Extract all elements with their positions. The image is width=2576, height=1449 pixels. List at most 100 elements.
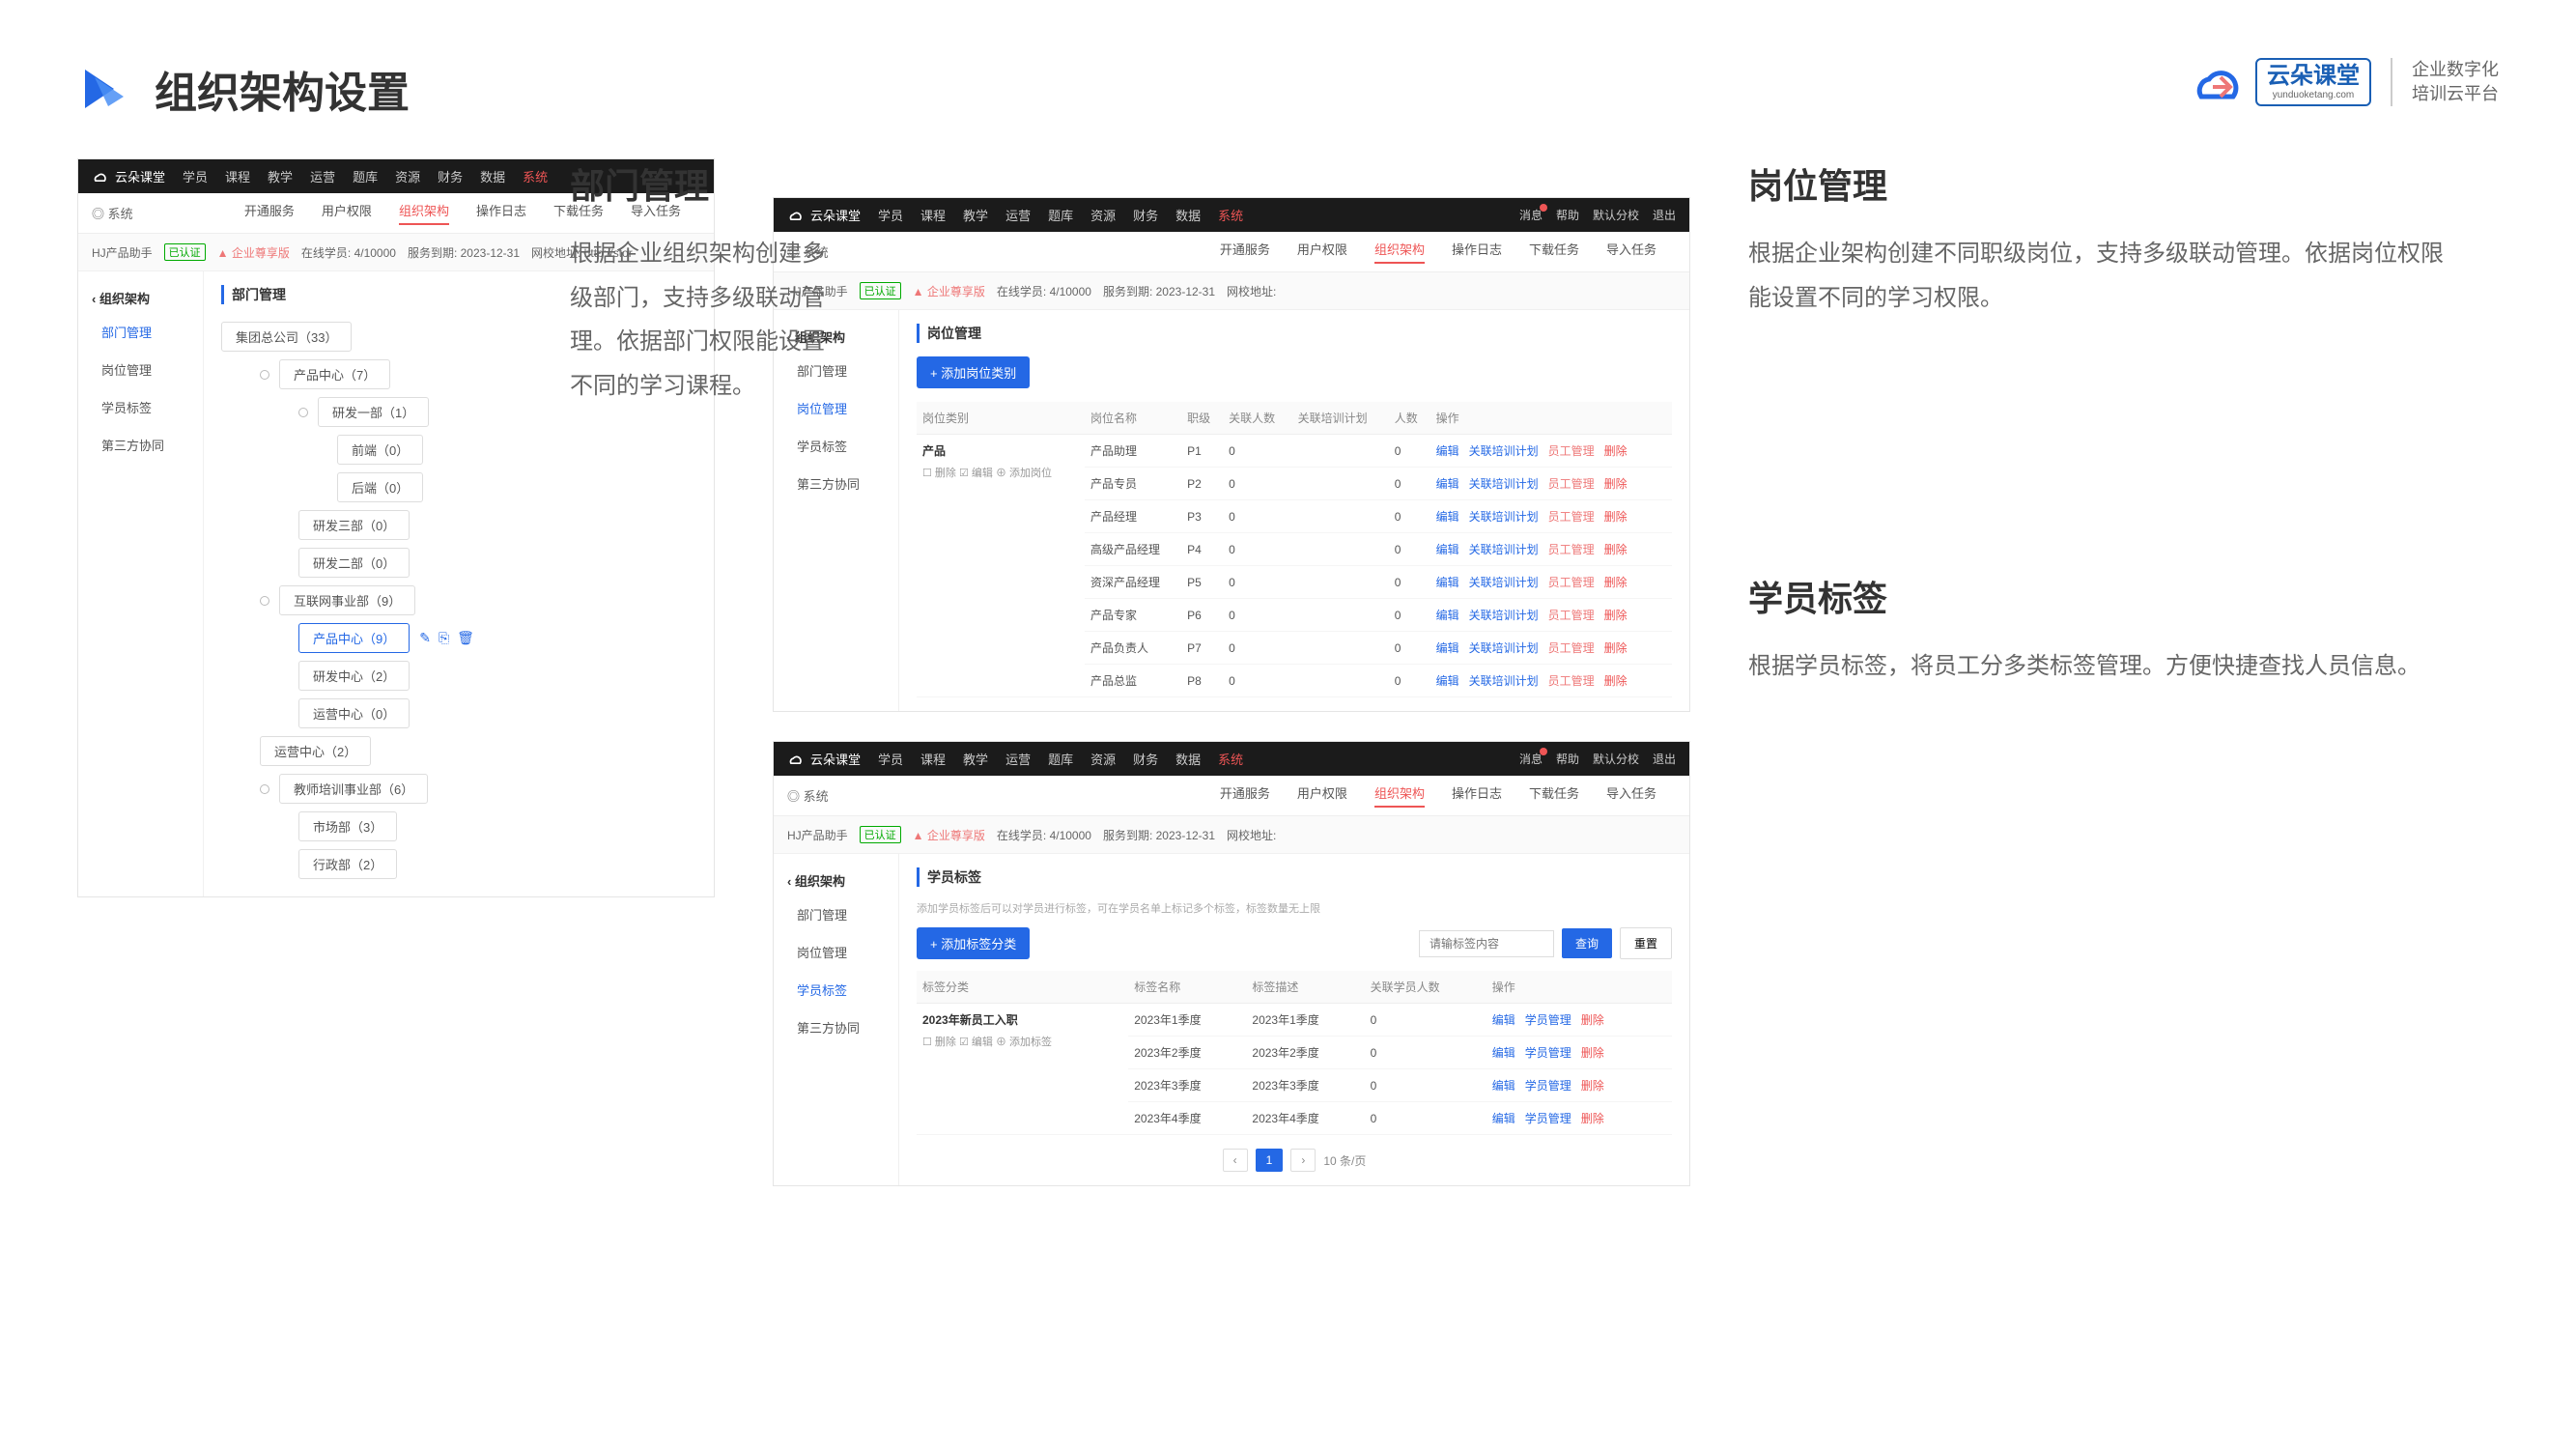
op-link[interactable]: 关联培训计划 (1469, 641, 1539, 655)
sidebar-item[interactable]: 部门管理 (78, 313, 203, 351)
op-link[interactable]: 删除 (1604, 444, 1628, 458)
subnav-item[interactable]: 下载任务 (1529, 783, 1579, 808)
nav-item[interactable]: 资源 (395, 167, 420, 185)
top-right-item[interactable]: 退出 (1653, 751, 1676, 767)
pager-prev[interactable]: ‹ (1223, 1149, 1248, 1172)
op-link[interactable]: 删除 (1581, 1079, 1604, 1093)
op-link[interactable]: 员工管理 (1548, 543, 1595, 556)
op-link[interactable]: 编辑 (1436, 444, 1459, 458)
sidebar-item[interactable]: 岗位管理 (78, 351, 203, 388)
sidebar-item[interactable]: 学员标签 (78, 388, 203, 426)
tree-node[interactable]: 运营中心（0） (298, 698, 410, 728)
tree-node[interactable]: 前端（0） (337, 435, 423, 465)
top-right-item[interactable]: 消息 (1519, 207, 1543, 223)
subnav-item[interactable]: 开通服务 (244, 201, 295, 225)
op-link[interactable]: 删除 (1604, 674, 1628, 688)
sidebar-item[interactable]: 部门管理 (774, 895, 898, 933)
subnav-item[interactable]: 操作日志 (1452, 783, 1502, 808)
op-link[interactable]: 员工管理 (1548, 444, 1595, 458)
nav-item[interactable]: 教学 (963, 750, 988, 768)
nav-item-hl[interactable]: 系统 (1218, 750, 1243, 768)
op-link[interactable]: 编辑 (1436, 477, 1459, 491)
reset-button[interactable]: 重置 (1620, 927, 1672, 959)
tree-node[interactable]: 产品中心（7） (279, 359, 390, 389)
tree-node[interactable]: 研发一部（1） (318, 397, 429, 427)
subnav-item[interactable]: 操作日志 (1452, 240, 1502, 264)
search-button[interactable]: 查询 (1562, 928, 1612, 958)
op-link[interactable]: 员工管理 (1548, 609, 1595, 622)
search-input[interactable] (1419, 930, 1554, 957)
top-right-item[interactable]: 退出 (1653, 207, 1676, 223)
subnav-item[interactable]: 操作日志 (476, 201, 526, 225)
op-link[interactable]: 删除 (1604, 609, 1628, 622)
sidebar-item[interactable]: 学员标签 (774, 971, 898, 1009)
op-link[interactable]: 学员管理 (1525, 1046, 1571, 1060)
op-link[interactable]: 员工管理 (1548, 674, 1595, 688)
tree-node[interactable]: 研发三部（0） (298, 510, 410, 540)
nav-item[interactable]: 运营 (1005, 750, 1031, 768)
op-link[interactable]: 编辑 (1436, 543, 1459, 556)
sidebar-item[interactable]: 岗位管理 (774, 933, 898, 971)
top-right-item[interactable]: 消息 (1519, 751, 1543, 767)
op-link[interactable]: 编辑 (1436, 576, 1459, 589)
nav-item[interactable]: 财务 (1133, 206, 1158, 224)
pager-next[interactable]: › (1290, 1149, 1316, 1172)
nav-item[interactable]: 数据 (480, 167, 505, 185)
op-link[interactable]: 关联培训计划 (1469, 477, 1539, 491)
tree-node[interactable]: 教师培训事业部（6） (279, 774, 428, 804)
nav-item[interactable]: 运营 (310, 167, 335, 185)
add-position-cat-button[interactable]: + 添加岗位类别 (917, 356, 1030, 388)
tree-node[interactable]: 行政部（2） (298, 849, 397, 879)
sidebar-item[interactable]: 第三方协同 (774, 465, 898, 502)
copy-icon[interactable]: ⎘ (439, 630, 449, 646)
edit-icon[interactable]: ✎ (419, 630, 431, 646)
tree-node[interactable]: 研发二部（0） (298, 548, 410, 578)
nav-item[interactable]: 财务 (438, 167, 463, 185)
subnav-item[interactable]: 组织架构 (1374, 240, 1425, 264)
op-link[interactable]: 编辑 (1492, 1079, 1515, 1093)
op-link[interactable]: 编辑 (1492, 1112, 1515, 1125)
nav-item[interactable]: 教学 (268, 167, 293, 185)
op-link[interactable]: 删除 (1581, 1112, 1604, 1125)
op-link[interactable]: 编辑 (1492, 1013, 1515, 1027)
op-link[interactable]: 删除 (1581, 1046, 1604, 1060)
tree-node[interactable]: 产品中心（9） (298, 623, 410, 653)
op-link[interactable]: 删除 (1604, 510, 1628, 524)
op-link[interactable]: 编辑 (1436, 674, 1459, 688)
nav-item[interactable]: 财务 (1133, 750, 1158, 768)
nav-item[interactable]: 课程 (920, 750, 946, 768)
op-link[interactable]: 删除 (1604, 543, 1628, 556)
nav-item[interactable]: 数据 (1175, 206, 1201, 224)
op-link[interactable]: 关联培训计划 (1469, 674, 1539, 688)
nav-item[interactable]: 资源 (1090, 750, 1116, 768)
nav-item[interactable]: 课程 (225, 167, 250, 185)
subnav-item[interactable]: 下载任务 (1529, 240, 1579, 264)
tree-node[interactable]: 后端（0） (337, 472, 423, 502)
nav-item[interactable]: 题库 (353, 167, 378, 185)
op-link[interactable]: 学员管理 (1525, 1112, 1571, 1125)
tree-node[interactable]: 互联网事业部（9） (279, 585, 415, 615)
subnav-item[interactable]: 用户权限 (322, 201, 372, 225)
cat-acts[interactable]: ☐ 删除 ☑ 编辑 ⊕ 添加标签 (922, 1034, 1122, 1049)
op-link[interactable]: 关联培训计划 (1469, 510, 1539, 524)
tree-node[interactable]: 运营中心（2） (260, 736, 371, 766)
op-link[interactable]: 员工管理 (1548, 641, 1595, 655)
op-link[interactable]: 关联培训计划 (1469, 609, 1539, 622)
op-link[interactable]: 删除 (1581, 1013, 1604, 1027)
subnav-item[interactable]: 组织架构 (1374, 783, 1425, 808)
subnav-item[interactable]: 组织架构 (399, 201, 449, 225)
sidebar-item[interactable]: 第三方协同 (78, 426, 203, 464)
op-link[interactable]: 关联培训计划 (1469, 543, 1539, 556)
subnav-item[interactable]: 导入任务 (1606, 783, 1656, 808)
op-link[interactable]: 员工管理 (1548, 510, 1595, 524)
op-link[interactable]: 删除 (1604, 576, 1628, 589)
sidebar-item[interactable]: 第三方协同 (774, 1009, 898, 1046)
nav-item[interactable]: 学员 (878, 206, 903, 224)
top-right-item[interactable]: 帮助 (1556, 207, 1579, 223)
nav-item[interactable]: 教学 (963, 206, 988, 224)
subnav-item[interactable]: 开通服务 (1220, 240, 1270, 264)
nav-item[interactable]: 数据 (1175, 750, 1201, 768)
tree-node[interactable]: 市场部（3） (298, 811, 397, 841)
delete-icon[interactable]: 🗑 (457, 630, 474, 646)
nav-item[interactable]: 学员 (878, 750, 903, 768)
